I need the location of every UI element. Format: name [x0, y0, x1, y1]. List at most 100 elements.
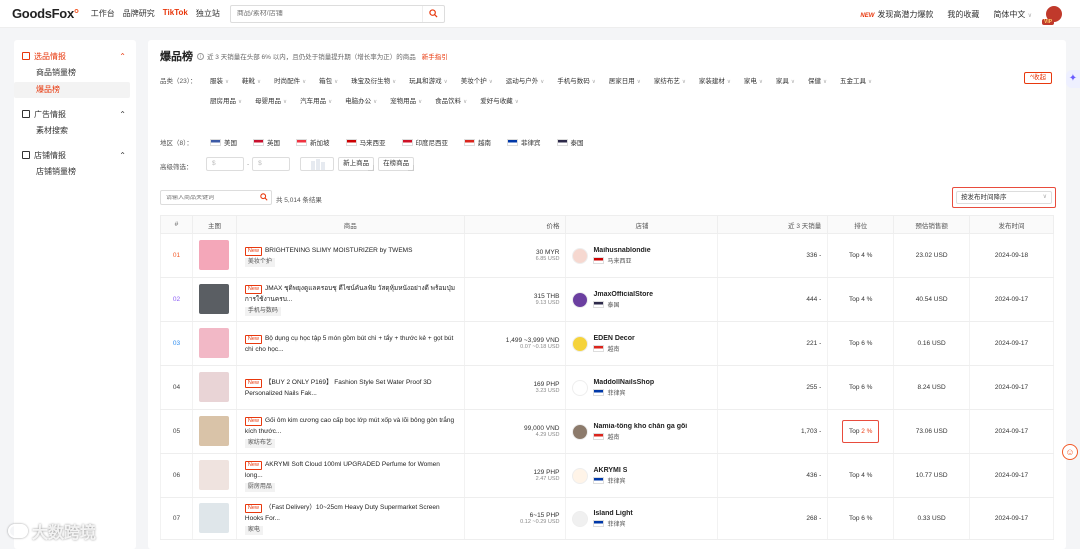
category-filter[interactable]: 食品饮料 ∨: [435, 95, 467, 105]
category-filter[interactable]: 运动与户外 ∨: [506, 75, 545, 85]
category-r1-4[interactable]: 珠宝及衍生物: [351, 78, 390, 85]
category-r1-10[interactable]: 家纺布艺: [654, 78, 680, 85]
sidebar-group-shop-intel[interactable]: 店铺情报 ⌃: [14, 147, 136, 163]
sort-select[interactable]: 按发布时间降序 ∨: [956, 191, 1052, 204]
region-option[interactable]: 美国: [210, 137, 237, 147]
sidebar-item-material-search[interactable]: 素材搜索: [14, 123, 130, 139]
product-thumbnail[interactable]: [199, 327, 230, 358]
category-filter[interactable]: 爱好与收藏 ∨: [480, 95, 519, 105]
category-filter[interactable]: 鞋靴 ∨: [242, 75, 261, 85]
category-r1-12[interactable]: 家电: [744, 78, 757, 85]
category-r1-9[interactable]: 居家日用: [609, 78, 635, 85]
product-title[interactable]: New Gối ôm kim cương cao cấp bọc lớp mút …: [244, 415, 458, 437]
promo-link[interactable]: NEW 发现高潜力爆款: [860, 9, 933, 20]
category-r2-5[interactable]: 食品饮料: [435, 98, 461, 105]
shop-logo[interactable]: [572, 379, 589, 396]
category-filter[interactable]: 箱包 ∨: [319, 75, 338, 85]
category-filter[interactable]: 时尚配件 ∨: [274, 75, 306, 85]
category-filter[interactable]: 家电 ∨: [744, 75, 763, 85]
category-filter[interactable]: 居家日用 ∨: [609, 75, 641, 85]
category-r1-2[interactable]: 时尚配件: [274, 78, 300, 85]
product-title[interactable]: New 【BUY 2 ONLY P169】 Fashion Style Set W…: [244, 377, 458, 399]
shop-name[interactable]: Namia-tổng kho chăn ga gối: [593, 423, 687, 430]
category-r1-15[interactable]: 五金工具: [840, 78, 866, 85]
shop-name[interactable]: EDEN Decor: [593, 335, 634, 342]
sidebar-item-shop-sales-rank[interactable]: 店铺销量榜: [14, 164, 130, 180]
category-filter[interactable]: 保健 ∨: [808, 75, 827, 85]
search-icon[interactable]: [257, 192, 271, 203]
nav-independent-site[interactable]: 独立站: [196, 8, 220, 19]
category-filter[interactable]: 电脑办公 ∨: [345, 95, 377, 105]
product-thumbnail[interactable]: [199, 283, 230, 314]
category-r2-1[interactable]: 母婴用品: [255, 98, 281, 105]
product-search-input[interactable]: [161, 194, 257, 201]
shop-logo[interactable]: [572, 510, 589, 527]
shop-name[interactable]: Island Light: [593, 510, 632, 517]
product-thumbnail[interactable]: [199, 459, 230, 490]
category-r1-3[interactable]: 箱包: [319, 78, 332, 85]
table-row[interactable]: 03 New Bộ dụng cụ học tập 5 món gồm bút c…: [160, 321, 1054, 366]
category-r2-3[interactable]: 电脑办公: [345, 98, 371, 105]
goodsfox-logo[interactable]: GoodsFox°: [12, 6, 79, 21]
col-price[interactable]: 价格: [463, 215, 567, 234]
shop-name[interactable]: JmaxOfficialStore: [593, 291, 653, 298]
product-title[interactable]: New BRIGHTENING SLIMY MOISTURIZER by TWEM…: [244, 245, 458, 256]
language-select[interactable]: 简体中文 ∨: [993, 9, 1032, 20]
ai-assistant-button[interactable]: ✦: [1066, 70, 1080, 88]
table-row[interactable]: 04 New 【BUY 2 ONLY P169】 Fashion Style Se…: [160, 365, 1054, 410]
region-option[interactable]: 印度尼西亚: [401, 137, 448, 147]
category-filter[interactable]: 五金工具 ∨: [840, 75, 872, 85]
category-r2-0[interactable]: 厨房用品: [210, 98, 236, 105]
category-filter[interactable]: 美妆个护 ∨: [461, 75, 493, 85]
category-r2-2[interactable]: 汽车用品: [300, 98, 326, 105]
table-row[interactable]: 05 New Gối ôm kim cương cao cấp bọc lớp m…: [160, 409, 1054, 454]
table-row[interactable]: 01 New BRIGHTENING SLIMY MOISTURIZER by T…: [160, 233, 1054, 278]
nav-workbench[interactable]: 工作台: [91, 8, 115, 19]
favorites-link[interactable]: 我的收藏: [947, 9, 979, 20]
category-filter[interactable]: 家装建材 ∨: [699, 75, 731, 85]
on-list-toggle[interactable]: 在榜商品: [378, 157, 415, 171]
region-option[interactable]: 新加坡: [296, 137, 330, 147]
avatar[interactable]: VIP: [1042, 6, 1062, 25]
category-filter[interactable]: 家具 ∨: [776, 75, 795, 85]
region-option[interactable]: 菲律宾: [507, 137, 541, 147]
category-filter[interactable]: 汽车用品 ∨: [300, 95, 332, 105]
category-r1-7[interactable]: 运动与户外: [506, 78, 539, 85]
product-title[interactable]: New Bộ dụng cụ học tập 5 món gồm bút chì …: [244, 333, 458, 355]
shop-logo[interactable]: [572, 247, 589, 264]
shop-logo[interactable]: [572, 423, 589, 440]
category-filter[interactable]: 厨房用品 ∨: [210, 95, 242, 105]
shop-name[interactable]: MaddollNailsShop: [593, 379, 654, 386]
region-option[interactable]: 英国: [253, 137, 280, 147]
region-option[interactable]: 越南: [464, 137, 491, 147]
category-r1-0[interactable]: 服装: [210, 78, 223, 85]
category-filter[interactable]: 玩具和游戏 ∨: [409, 75, 448, 85]
table-row[interactable]: 06 New AKRYMI Soft Cloud 100ml UPGRADED P…: [160, 453, 1054, 498]
product-thumbnail[interactable]: [199, 502, 230, 533]
category-r1-8[interactable]: 手机与数码: [557, 78, 590, 85]
product-thumbnail[interactable]: [199, 415, 230, 446]
category-r1-14[interactable]: 保健: [808, 78, 821, 85]
sidebar-item-sales-rank[interactable]: 商品销量榜: [14, 65, 130, 81]
price-max-input[interactable]: $: [252, 157, 291, 171]
col-est-sales[interactable]: 预估销售额: [893, 215, 971, 234]
sidebar-group-product-intel[interactable]: 选品情报 ⌃: [14, 48, 136, 64]
shop-name[interactable]: AKRYMI S: [593, 467, 627, 474]
category-r2-4[interactable]: 宠物用品: [390, 98, 416, 105]
category-r1-1[interactable]: 鞋靴: [242, 78, 255, 85]
region-option[interactable]: 马来西亚: [345, 137, 386, 147]
guide-link[interactable]: 新手指引: [422, 51, 448, 61]
category-filter[interactable]: 宠物用品 ∨: [390, 95, 422, 105]
category-filter[interactable]: 母婴用品 ∨: [255, 95, 287, 105]
collapse-button[interactable]: ^收起: [1024, 72, 1052, 84]
category-filter[interactable]: 手机与数码 ∨: [557, 75, 596, 85]
shop-logo[interactable]: [572, 335, 589, 352]
category-r1-6[interactable]: 美妆个护: [461, 78, 487, 85]
category-filter[interactable]: 家纺布艺 ∨: [654, 75, 686, 85]
col-publish-date[interactable]: 发布时间: [969, 215, 1054, 234]
table-row[interactable]: 02 New JMAX ชุดิพยุงดูแลครอบชุ ดีไซน์คันล…: [160, 277, 1054, 322]
product-thumbnail[interactable]: [199, 239, 230, 270]
shop-logo[interactable]: [572, 467, 589, 484]
shop-logo[interactable]: [572, 291, 589, 308]
shop-name[interactable]: Maihusnablondie: [593, 247, 650, 254]
